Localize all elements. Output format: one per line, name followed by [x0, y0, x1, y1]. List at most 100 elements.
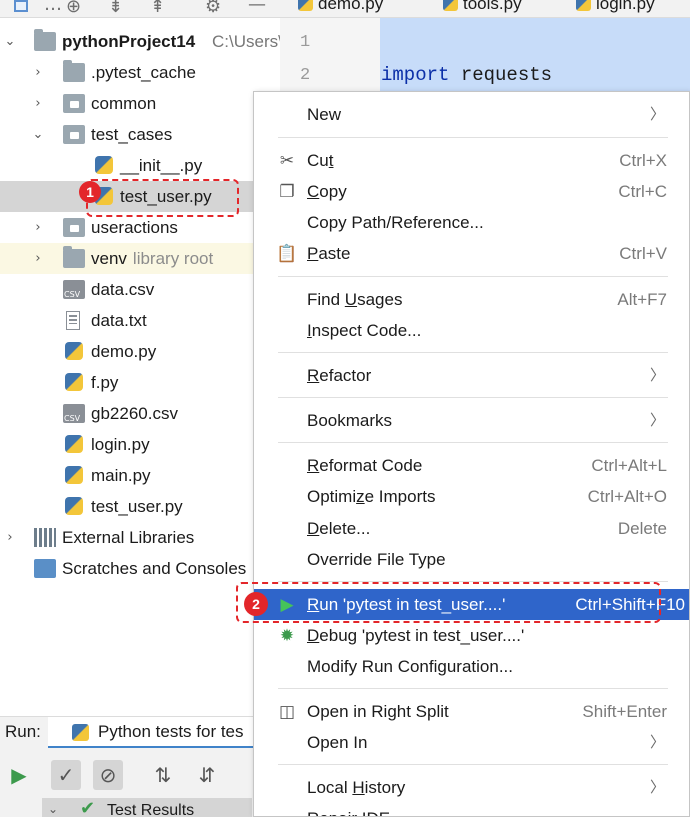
tree-item-f-py[interactable]: f.py — [0, 367, 280, 398]
menu-item-optimize-imports[interactable]: Optimize Imports Ctrl+Alt+O — [254, 481, 689, 512]
more-icon[interactable]: … — [44, 0, 62, 15]
tree-item-label: gb2260.csv — [91, 404, 178, 423]
chevron-right-icon[interactable]: › — [31, 212, 45, 243]
chevron-right-icon[interactable]: › — [3, 522, 17, 553]
tree-item-test-user-root[interactable]: test_user.py — [0, 491, 280, 522]
menu-item-reformat-code[interactable]: Reformat Code Ctrl+Alt+L — [254, 450, 689, 481]
menu-item-new[interactable]: New 〉 — [254, 99, 689, 130]
chevron-down-icon[interactable]: ⌄ — [3, 26, 17, 57]
menu-item-inspect-code[interactable]: Inspect Code... — [254, 315, 689, 346]
menu-item-cut[interactable]: ✂ Cut Ctrl+X — [254, 145, 689, 176]
tree-root[interactable]: ⌄ pythonProject14 C:\Users\ — [0, 26, 280, 57]
tree-item-label: .pytest_cache — [91, 63, 196, 82]
scratches-icon — [34, 559, 56, 578]
menu-item-open-in[interactable]: Open In 〉 — [254, 727, 689, 758]
passed-check-icon: ✔ — [80, 798, 96, 817]
chevron-down-icon[interactable]: ⌄ — [48, 796, 58, 817]
hide-icon[interactable]: — — [248, 0, 266, 15]
tree-item-common[interactable]: › common — [0, 88, 280, 119]
tree-item-label: data.txt — [91, 311, 147, 330]
menu-item-open-right-split[interactable]: ◫ Open in Right Split Shift+Enter — [254, 696, 689, 727]
menu-item-copy-path[interactable]: Copy Path/Reference... — [254, 207, 689, 238]
menu-item-debug[interactable]: ✹ Debug 'pytest in test_user....' — [254, 620, 689, 651]
tree-item-scratches[interactable]: Scratches and Consoles — [0, 553, 280, 584]
tab-demo-py[interactable]: demo.py — [298, 0, 383, 14]
tree-item-gb2260-csv[interactable]: gb2260.csv — [0, 398, 280, 429]
python-file-icon — [298, 0, 313, 11]
run-tab[interactable]: Python tests for tes — [48, 717, 258, 749]
tree-item-demo-py[interactable]: demo.py — [0, 336, 280, 367]
sort-alphabetically-icon[interactable]: ⇅ — [148, 760, 178, 790]
test-results-node[interactable]: ⌄ ✔ Test Results — [42, 798, 252, 817]
line-number: 2 — [300, 66, 311, 85]
menu-item-modify-run-config[interactable]: Modify Run Configuration... — [254, 651, 689, 682]
scissors-icon: ✂ — [279, 151, 295, 171]
python-file-icon — [65, 466, 83, 484]
python-tests-icon — [72, 724, 89, 741]
root-name: pythonProject14 — [62, 32, 196, 51]
chevron-right-icon: 〉 — [649, 105, 665, 123]
chevron-down-icon[interactable]: ⌄ — [31, 119, 45, 150]
chevron-right-icon: 〉 — [649, 778, 665, 796]
tree-item-venv[interactable]: › venv library root — [0, 243, 280, 274]
tree-item-label: test_user.py — [91, 497, 183, 516]
gear-icon[interactable]: ⚙ — [205, 0, 221, 17]
menu-item-local-history[interactable]: Local History 〉 — [254, 772, 689, 803]
library-root-hint: library root — [132, 249, 214, 268]
annotation-box-2 — [236, 582, 661, 623]
python-file-icon — [65, 497, 83, 515]
menu-item-bookmarks[interactable]: Bookmarks 〉 — [254, 405, 689, 436]
python-file-icon — [65, 373, 83, 391]
text-file-icon — [66, 311, 80, 330]
tab-tools-py[interactable]: tools.py — [443, 0, 522, 14]
tree-item-external-libraries[interactable]: › External Libraries — [0, 522, 280, 553]
package-folder-icon — [63, 94, 85, 113]
show-ignored-icon[interactable]: ⊘ — [93, 760, 123, 790]
clipboard-icon: 📋 — [276, 244, 298, 264]
python-file-icon — [95, 156, 113, 174]
rerun-icon[interactable]: ▶ — [4, 760, 34, 790]
tree-item-label: login.py — [91, 435, 150, 454]
chevron-right-icon[interactable]: › — [31, 88, 45, 119]
editor-tabs: demo.py tools.py login.py — [280, 0, 690, 18]
tree-item-label: f.py — [91, 373, 119, 392]
tree-item-label: main.py — [91, 466, 151, 485]
tree-item-main-py[interactable]: main.py — [0, 460, 280, 491]
chevron-right-icon[interactable]: › — [31, 57, 45, 88]
collapse-all-icon[interactable]: ⇞ — [150, 0, 165, 17]
menu-separator — [278, 764, 668, 765]
menu-separator — [278, 137, 668, 138]
tab-login-py[interactable]: login.py — [576, 0, 655, 14]
menu-item-delete[interactable]: Delete... Delete — [254, 513, 689, 544]
sort-by-duration-icon[interactable]: ⇵ — [192, 760, 222, 790]
project-view-icon[interactable] — [14, 0, 28, 12]
tree-item-data-txt[interactable]: data.txt — [0, 305, 280, 336]
menu-item-find-usages[interactable]: Find Usages Alt+F7 — [254, 284, 689, 315]
library-icon — [34, 528, 56, 547]
tree-item-test-cases[interactable]: ⌄ test_cases — [0, 119, 280, 150]
code-line[interactable]: import requests — [381, 64, 552, 86]
tree-item-label: demo.py — [91, 342, 157, 361]
show-passed-icon[interactable]: ✓ — [51, 760, 81, 790]
copy-icon: ❐ — [279, 182, 295, 202]
csv-file-icon — [63, 404, 85, 423]
expand-all-icon[interactable]: ⇟ — [108, 0, 123, 17]
tree-item-pytest-cache[interactable]: › .pytest_cache — [0, 57, 280, 88]
menu-item-repair-ide[interactable]: Repair IDE — [254, 803, 689, 816]
tree-item-label: Scratches and Consoles — [62, 559, 247, 578]
chevron-right-icon: 〉 — [649, 411, 665, 429]
tree-item-label: __init__.py — [120, 156, 203, 175]
annotation-box-1 — [86, 179, 239, 217]
tree-item-label: common — [91, 94, 157, 113]
menu-item-refactor[interactable]: Refactor 〉 — [254, 360, 689, 391]
locate-icon[interactable]: ⊕ — [66, 0, 81, 17]
menu-item-paste[interactable]: 📋 Paste Ctrl+V — [254, 238, 689, 269]
tree-item-data-csv[interactable]: data.csv — [0, 274, 280, 305]
menu-item-override-file-type[interactable]: Override File Type — [254, 544, 689, 575]
tree-item-label: External Libraries — [62, 528, 195, 547]
bug-icon: ✹ — [279, 626, 295, 646]
menu-item-copy[interactable]: ❐ Copy Ctrl+C — [254, 176, 689, 207]
tree-item-init[interactable]: __init__.py — [0, 150, 280, 181]
tree-item-login-py[interactable]: login.py — [0, 429, 280, 460]
chevron-right-icon[interactable]: › — [31, 243, 45, 274]
